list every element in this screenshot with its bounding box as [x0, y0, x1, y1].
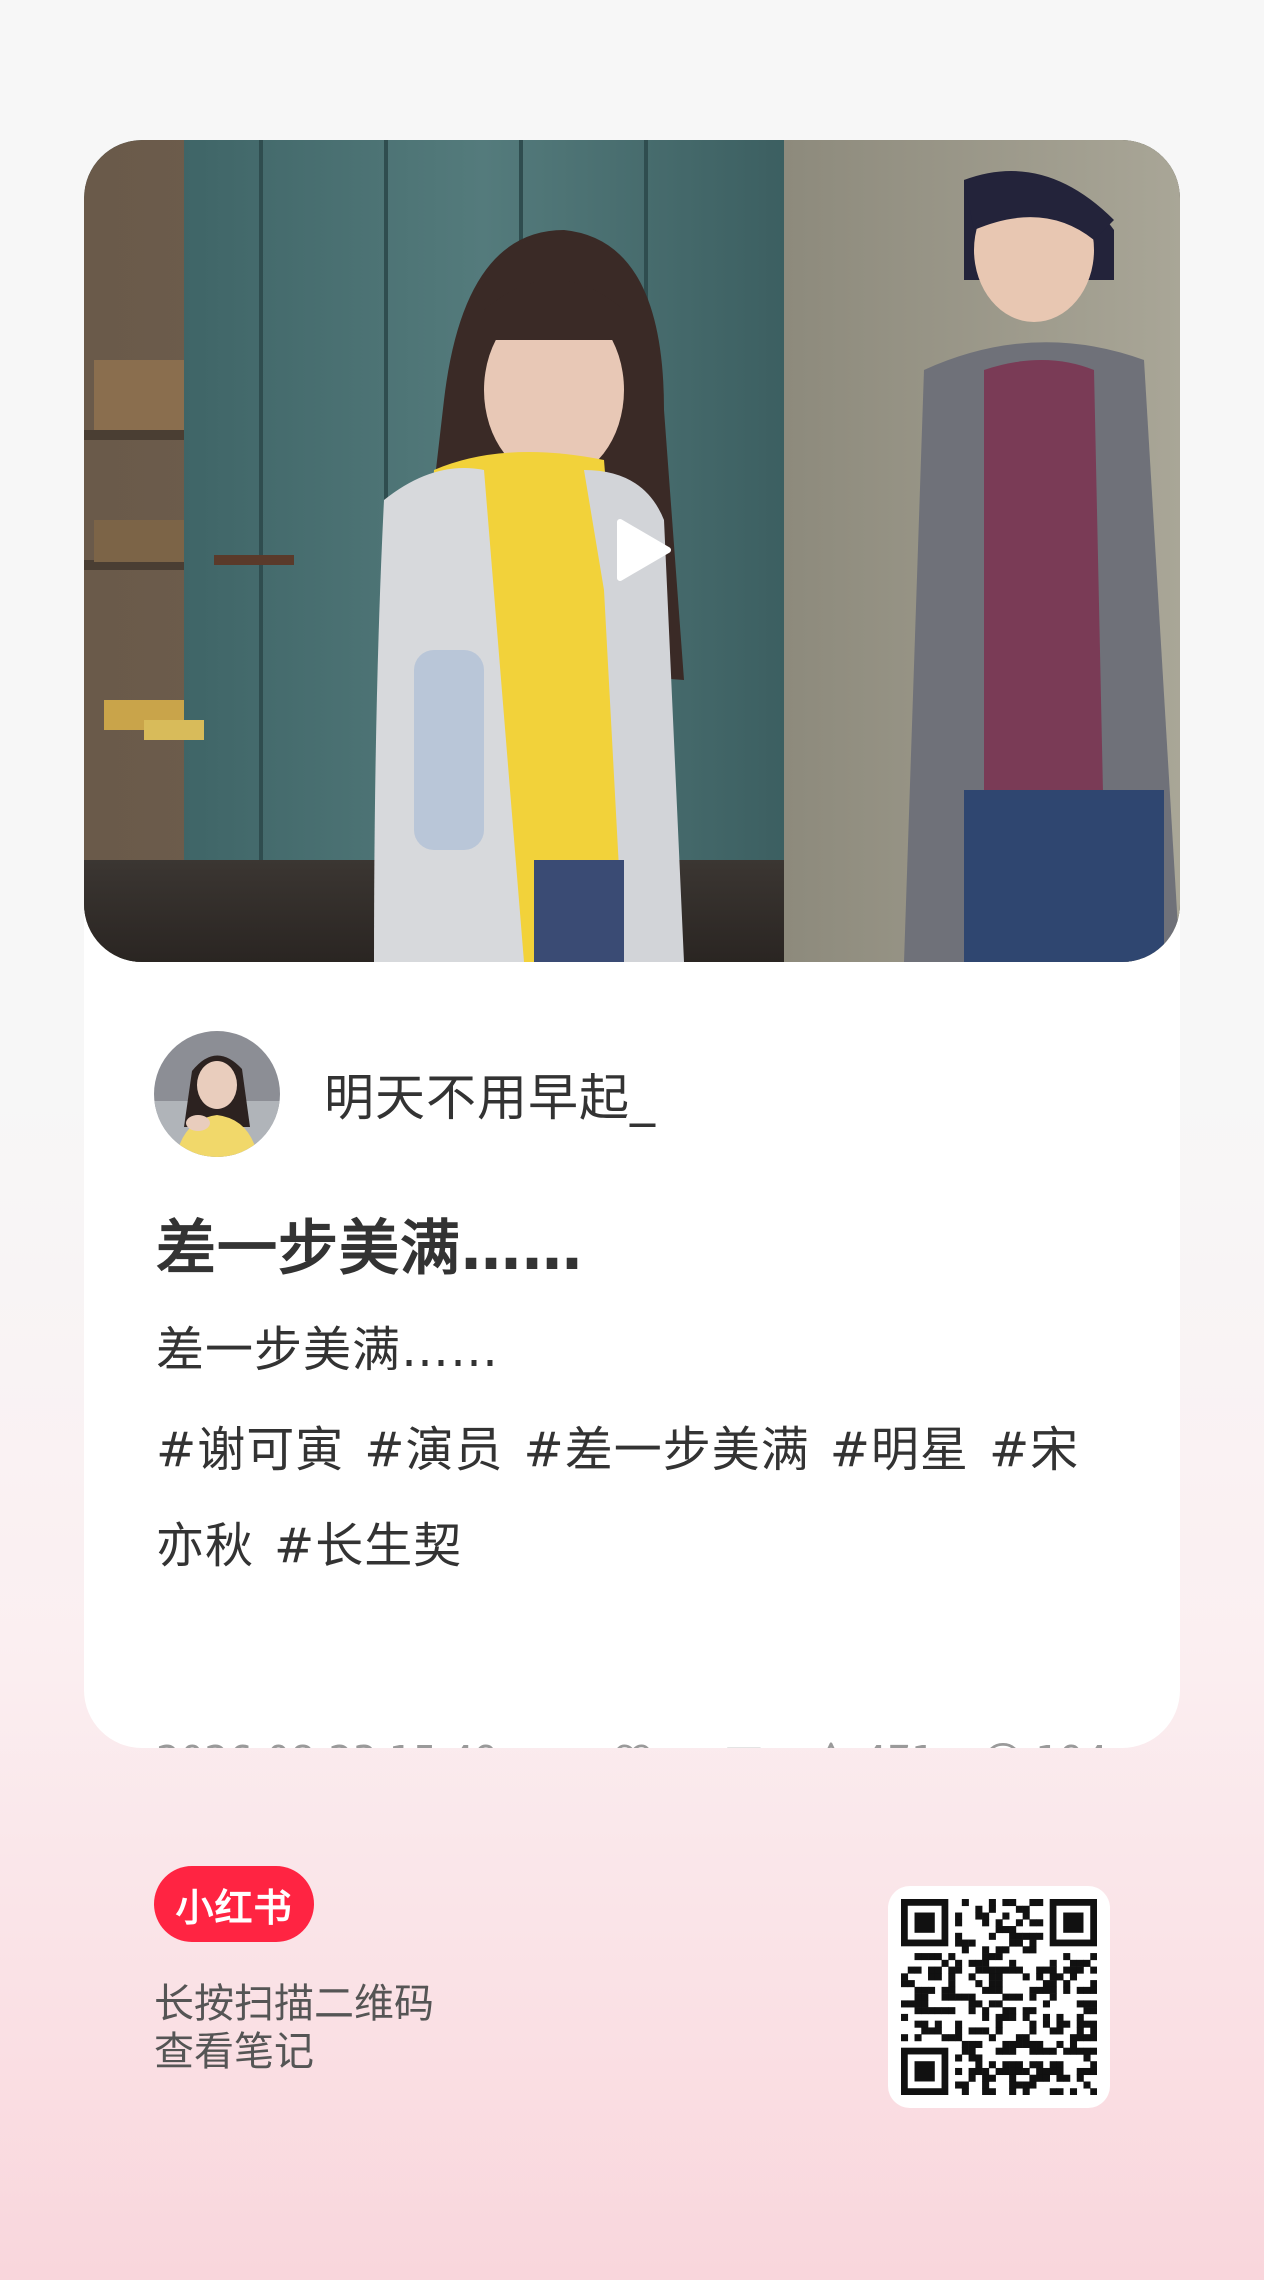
qr-code-image — [901, 1899, 1097, 2095]
hashtag[interactable]: #谢可寅 — [156, 1422, 344, 1478]
heart-icon — [616, 1744, 649, 1748]
tag-list: #谢可寅 #演员 #差一步美满 #明星 #宋亦秋 #长生契 — [156, 1402, 1116, 1594]
comment-count[interactable]: 194 — [981, 1738, 1108, 1748]
hashtag[interactable]: #差一步美满 — [523, 1422, 809, 1478]
star-icon — [827, 1742, 835, 1748]
qr-code[interactable] — [888, 1886, 1110, 2108]
xiaohongshu-logo: 小红书 — [154, 1866, 314, 1942]
scan-instruction-line: 长按扫描二维码 — [154, 1981, 434, 2027]
note-meta-row: 2026-08-23 15:49 1.8万 471 194 — [156, 1730, 1108, 1748]
comment-count-value: 194 — [1035, 1738, 1108, 1748]
collect-count-value: 471 — [863, 1738, 936, 1748]
comment-bubble-icon — [990, 1743, 1017, 1748]
collect-count[interactable]: 471 — [809, 1738, 936, 1748]
note-description: 差一步美满…… — [156, 1322, 500, 1378]
play-icon[interactable] — [606, 516, 674, 584]
author-name[interactable]: 明天不用早起_ — [324, 1058, 656, 1130]
like-count-value: 1.8万 — [665, 1733, 763, 1749]
hashtag[interactable]: #长生契 — [274, 1518, 462, 1574]
hashtag[interactable]: #明星 — [830, 1422, 969, 1478]
avatar[interactable] — [154, 1031, 280, 1157]
avatar-image — [154, 1031, 280, 1157]
note-card[interactable]: 明天不用早起_ 差一步美满…… 差一步美满…… #谢可寅 #演员 #差一步美满 #明星… — [84, 140, 1180, 1748]
like-count[interactable]: 1.8万 — [611, 1733, 763, 1749]
hashtag[interactable]: #演员 — [364, 1422, 503, 1478]
video-cover[interactable] — [84, 140, 1180, 962]
scan-instruction-line: 查看笔记 — [154, 2029, 314, 2075]
scan-instructions: 长按扫描二维码 查看笔记 — [154, 1980, 434, 2076]
note-title: 差一步美满…… — [156, 1214, 583, 1284]
publish-timestamp: 2026-08-23 15:49 — [156, 1738, 565, 1748]
author-row[interactable]: 明天不用早起_ — [154, 1030, 656, 1158]
